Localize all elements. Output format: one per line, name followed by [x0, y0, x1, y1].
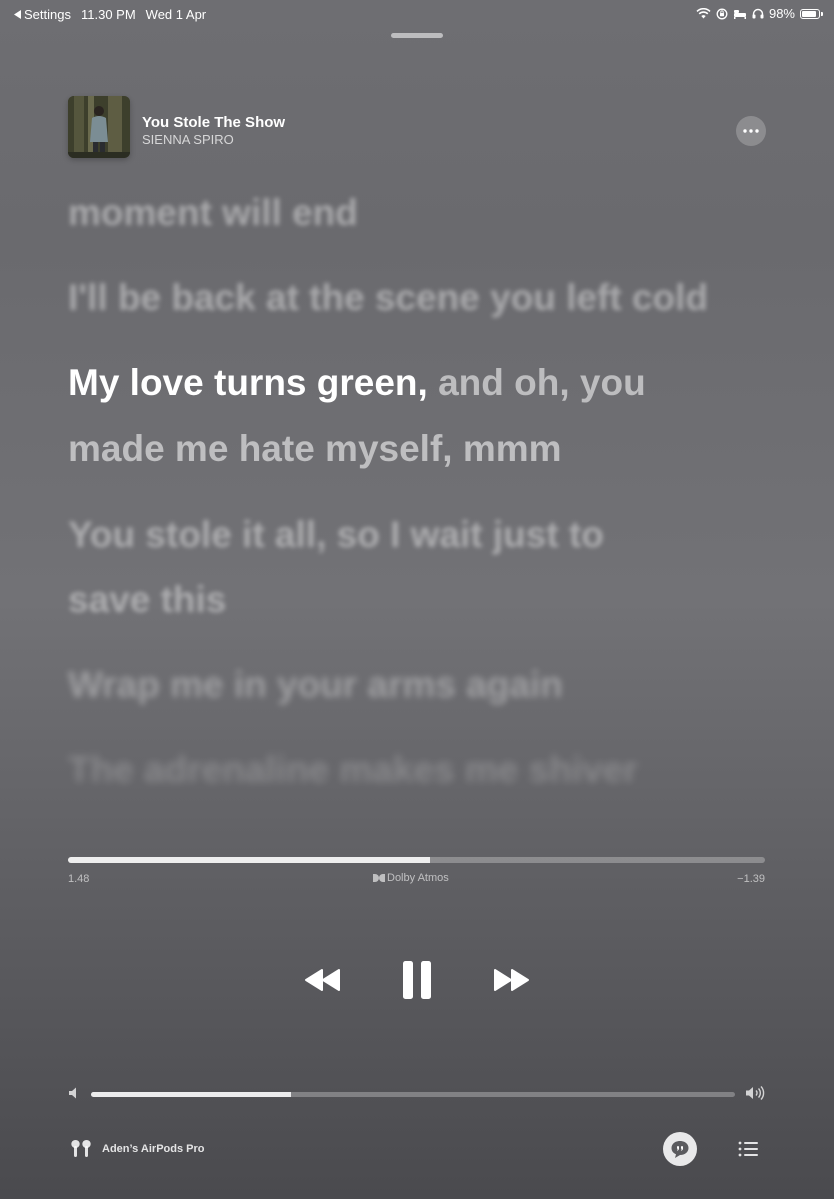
song-artist[interactable]: SIENNA SPIRO	[142, 132, 234, 147]
battery-level-fill	[802, 10, 816, 17]
next-track-button[interactable]	[488, 960, 534, 1000]
battery-percentage: 98%	[768, 6, 795, 21]
lyric-line[interactable]: Wrap me in your arms again	[68, 652, 768, 718]
headphones-icon	[752, 8, 764, 19]
dolby-atmos-badge: Dolby Atmos	[373, 872, 449, 884]
orientation-lock-icon	[716, 8, 728, 19]
volume-low-icon	[69, 1087, 76, 1099]
airpods-icon[interactable]	[70, 1139, 92, 1159]
previous-track-button[interactable]	[300, 960, 346, 1000]
pause-button[interactable]	[397, 957, 437, 1003]
elapsed-time: 1.48	[68, 873, 90, 885]
queue-list-icon[interactable]	[737, 1139, 759, 1159]
pause-icon	[403, 961, 431, 999]
volume-high-icon	[746, 1086, 765, 1100]
status-bar-right: 98%	[696, 6, 823, 21]
lyric-sung-text: My love turns green,	[68, 362, 428, 403]
lyric-line-active[interactable]: My love turns green, and oh, you	[68, 350, 768, 416]
wifi-icon	[696, 8, 711, 19]
output-device-name[interactable]: Aden’s AirPods Pro	[102, 1143, 204, 1155]
lyrics-button[interactable]	[663, 1132, 697, 1166]
lyric-line[interactable]: moment will end	[68, 180, 768, 246]
lyric-line[interactable]: You stole it all, so I wait just to	[68, 502, 768, 568]
dolby-icon	[373, 874, 385, 882]
dolby-atmos-label: Dolby Atmos	[387, 872, 449, 884]
remaining-time: −1.39	[737, 873, 765, 885]
lyric-line-active-continued[interactable]: made me hate myself, mmm	[68, 416, 768, 482]
sheet-grabber[interactable]	[391, 33, 443, 38]
sleep-icon	[733, 9, 746, 19]
battery-icon	[800, 8, 823, 19]
volume-fill	[91, 1092, 291, 1097]
playback-progress-fill	[68, 857, 431, 863]
album-art[interactable]	[68, 96, 130, 158]
lyric-line[interactable]: save this	[68, 567, 768, 633]
lyrics-quote-icon	[671, 1140, 689, 1158]
lyric-unsung-text: and oh, you	[427, 362, 646, 403]
backward-icon	[305, 969, 340, 991]
back-label: Settings	[24, 7, 71, 22]
back-to-settings[interactable]: Settings	[14, 7, 71, 22]
status-date: Wed 1 Apr	[145, 7, 207, 22]
playback-progress-slider[interactable]	[68, 857, 765, 863]
status-bar-left: Settings 11.30 PM Wed 1 Apr	[14, 7, 206, 22]
back-triangle-icon	[14, 10, 21, 19]
album-art-image	[68, 96, 130, 158]
more-options-button[interactable]	[736, 116, 766, 146]
lyric-line[interactable]: I'll be back at the scene you left cold	[68, 265, 768, 331]
ellipsis-icon	[743, 129, 759, 133]
song-title[interactable]: You Stole The Show	[142, 114, 285, 131]
forward-icon	[494, 969, 529, 991]
lyric-line[interactable]: The adrenaline makes me shiver	[68, 737, 768, 803]
volume-slider[interactable]	[91, 1092, 735, 1097]
status-time: 11.30 PM	[80, 7, 136, 22]
